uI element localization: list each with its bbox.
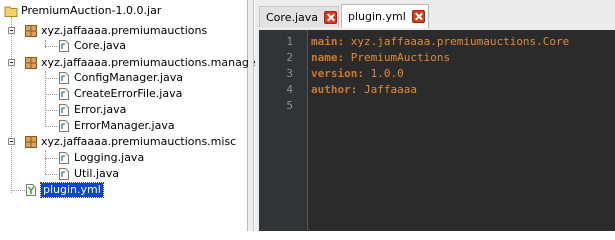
gutter-divider (307, 30, 308, 231)
tree-connector (45, 78, 57, 79)
tree-file-item[interactable]: Logging.java (57, 150, 144, 166)
yaml-key: main (311, 35, 338, 48)
tree-package-item[interactable]: xyz.jaffaaaa.premiumauctions.managers (24, 55, 266, 71)
line-number: 1 (286, 35, 293, 48)
package-icon (24, 24, 38, 38)
tree-connector (45, 150, 46, 174)
tree-file-label: CreateErrorFile.java (74, 87, 183, 100)
tab-label: Core.java (266, 10, 319, 24)
tree-file-label: Logging.java (74, 151, 145, 164)
tree-file-label: ErrorManager.java (74, 119, 175, 132)
tree-package-label: xyz.jaffaaaa.premiumauctions (41, 24, 208, 37)
tree-connector (11, 190, 25, 191)
tree-file-label: Core.java (74, 39, 127, 52)
tree-root-jar[interactable]: PremiumAuction-1.0.0.jar (4, 3, 161, 19)
line-number-gutter: 1 2 3 4 5 (259, 30, 307, 231)
tree-file-item[interactable]: Util.java (57, 166, 119, 182)
tree-package-label: xyz.jaffaaaa.premiumauctions.misc (41, 135, 237, 148)
line-number: 2 (286, 51, 293, 64)
code-editor[interactable]: 1 2 3 4 5 main: xyz.jaffaaaa.premiumauct… (259, 30, 615, 231)
tree-file-label: plugin.yml (40, 182, 104, 198)
yaml-separator: : (350, 83, 364, 96)
yaml-value: Jaffaaaa (364, 83, 417, 96)
line-number: 3 (286, 67, 293, 80)
tab-core-java[interactable]: Core.java (259, 6, 339, 27)
collapse-toggle[interactable] (8, 59, 15, 66)
java-file-icon (57, 119, 71, 133)
code-line: version: 1.0.0 (311, 66, 404, 82)
panel-splitter[interactable] (248, 0, 254, 231)
tree-connector (45, 71, 46, 127)
tree-file-item[interactable]: Core.java (57, 38, 126, 54)
java-file-icon (57, 167, 71, 181)
tree-file-label: ConfigManager.java (74, 71, 184, 84)
java-file-icon (57, 87, 71, 101)
collapse-toggle[interactable] (8, 27, 15, 34)
tree-file-item[interactable]: ErrorManager.java (57, 118, 175, 134)
tree-file-item[interactable]: ConfigManager.java (57, 70, 183, 86)
tree-root-label: PremiumAuction-1.0.0.jar (21, 4, 162, 17)
tree-connector (11, 17, 12, 193)
tree-connector (45, 158, 57, 159)
code-line: author: Jaffaaaa (311, 82, 417, 98)
java-file-icon (57, 151, 71, 165)
tree-file-label: Error.java (74, 103, 127, 116)
yaml-separator: : (337, 35, 351, 48)
yaml-value: xyz.jaffaaaa.premiumauctions.Core (350, 35, 570, 48)
tab-label: plugin.yml (348, 10, 406, 23)
code-line: main: xyz.jaffaaaa.premiumauctions.Core (311, 34, 569, 50)
close-icon[interactable] (324, 10, 338, 24)
java-file-icon (57, 39, 71, 53)
yaml-value: PremiumAuctions (350, 51, 451, 64)
yaml-key: version (311, 67, 358, 80)
package-icon (24, 56, 38, 70)
yaml-key: author (311, 83, 351, 96)
tree-file-label: Util.java (74, 167, 120, 180)
tree-connector (45, 94, 57, 95)
line-number: 4 (286, 83, 293, 96)
tree-connector (45, 126, 57, 127)
yaml-file-icon (24, 183, 38, 197)
close-icon[interactable] (411, 10, 425, 23)
tab-bar: Core.java plugin.yml (255, 0, 615, 28)
java-file-icon (57, 71, 71, 85)
tree-connector (45, 110, 57, 111)
java-file-icon (57, 103, 71, 117)
package-icon (24, 135, 38, 149)
tree-package-item[interactable]: xyz.jaffaaaa.premiumauctions.misc (24, 134, 236, 150)
line-number: 5 (286, 99, 293, 112)
yaml-value: 1.0.0 (370, 67, 404, 80)
collapse-toggle[interactable] (8, 138, 15, 145)
tab-plugin-yml[interactable]: plugin.yml (341, 4, 429, 28)
yaml-separator: : (357, 67, 371, 80)
code-line: name: PremiumAuctions (311, 50, 450, 66)
tree-connector (45, 46, 57, 47)
tree-connector (45, 174, 57, 175)
tree-file-item[interactable]: CreateErrorFile.java (57, 86, 182, 102)
editor-panel: Core.java plugin.yml 1 2 3 4 5 main: xyz… (255, 0, 615, 231)
yaml-key: name (311, 51, 338, 64)
project-tree[interactable]: PremiumAuction-1.0.0.jar xyz.jaffaaaa.pr… (0, 0, 266, 231)
jar-folder-icon (4, 4, 18, 18)
tree-file-item-plugin-yml[interactable]: plugin.yml (24, 182, 104, 198)
tree-package-label: xyz.jaffaaaa.premiumauctions.managers (41, 56, 266, 69)
tree-file-item[interactable]: Error.java (57, 102, 126, 118)
tree-package-item[interactable]: xyz.jaffaaaa.premiumauctions (24, 23, 207, 39)
yaml-separator: : (337, 51, 351, 64)
